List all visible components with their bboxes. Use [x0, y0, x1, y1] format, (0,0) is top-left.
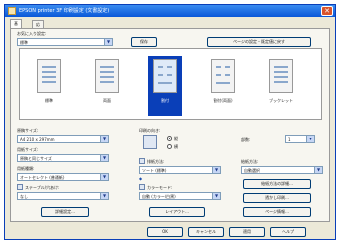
- layout-nup-duplex[interactable]: 割付(両面): [206, 56, 240, 116]
- output-icon: [139, 158, 145, 164]
- title-bar: EPSON printer 3F 印刷設定 (文書設定) ✕: [5, 5, 335, 17]
- color-mode-value: 自動 (カラー/白黒): [142, 194, 176, 199]
- chevron-down-icon: ▼: [104, 39, 112, 45]
- copies-label: 部数:: [241, 137, 251, 142]
- layout-duplex-label: 両面: [103, 98, 111, 103]
- chevron-down-icon: ▼: [100, 136, 108, 142]
- basic-settings-panel: お気に入り設定: 標準 ▼ 保存 ページの設定・既定値に戻す 標準 両面 割付 …: [10, 28, 330, 222]
- chevron-down-icon: ▼: [314, 167, 322, 173]
- restore-defaults-button[interactable]: ページの設定・既定値に戻す: [207, 37, 311, 47]
- page-info-button[interactable]: ページ情報...: [243, 207, 311, 217]
- paper-size-label: 用紙サイズ:: [17, 147, 39, 152]
- document-icon: [37, 59, 61, 93]
- copies-spinner[interactable]: 1 ▾: [285, 135, 315, 143]
- layout-standard-label: 標準: [45, 98, 53, 103]
- original-size-value: A4 210 x 297mm: [20, 137, 55, 142]
- staple-icon: [17, 184, 23, 190]
- layout-booklet[interactable]: ブックレット: [264, 56, 298, 116]
- tab-basic[interactable]: 基本設定: [10, 19, 22, 50]
- paper-size-value: 原稿と同じサイズ: [20, 156, 52, 161]
- portrait-label: 縦: [174, 136, 178, 141]
- paper-source-detail-button[interactable]: 給紙方法の詳細...: [243, 179, 311, 189]
- print-settings-window: EPSON printer 3F 印刷設定 (文書設定) ✕ 基本設定 応用設定…: [4, 4, 336, 240]
- color-marker-icon: ◆: [139, 176, 143, 181]
- orientation-label: 印刷の向き:: [139, 128, 161, 133]
- staple-value: なし: [20, 194, 28, 199]
- staple-label: ステープル/穴あけ:: [25, 185, 60, 190]
- watermark-button[interactable]: 透かし印刷...: [243, 193, 311, 203]
- layout-button[interactable]: レイアウト...: [149, 207, 205, 217]
- save-favorite-button[interactable]: 保存: [131, 37, 157, 47]
- favorite-label: お気に入り設定:: [17, 31, 47, 36]
- tab-advanced[interactable]: 応用設定: [32, 20, 44, 51]
- apply-button[interactable]: 適用: [229, 227, 265, 237]
- favorite-select[interactable]: 標準 ▼: [17, 38, 113, 46]
- cancel-button[interactable]: キャンセル: [188, 227, 224, 237]
- color-mode-label: カラーモード:: [147, 185, 173, 190]
- chevron-down-icon: ▼: [100, 174, 108, 180]
- color-mode-icon: [139, 184, 145, 190]
- paper-type-select[interactable]: オートセレクト (普通紙) ▼: [17, 173, 109, 181]
- chevron-down-icon: ▼: [100, 155, 108, 161]
- favorite-value: 標準: [20, 40, 28, 45]
- chevron-down-icon: ▼: [212, 167, 220, 173]
- chevron-down-icon: ▼: [100, 193, 108, 199]
- multi-page-icon: [153, 59, 177, 93]
- color-mode-select[interactable]: 自動 (カラー/白黒) ▼: [139, 192, 221, 200]
- printer-icon: [8, 7, 16, 15]
- duplex-document-icon: [95, 59, 119, 93]
- ok-button[interactable]: OK: [147, 227, 183, 237]
- paper-type-label: 用紙種類:: [17, 166, 35, 171]
- paper-size-select[interactable]: 原稿と同じサイズ ▼: [17, 154, 109, 162]
- spinner-arrows-icon: ▾: [306, 136, 314, 142]
- paper-source-label: 給紙方法:: [241, 159, 259, 164]
- close-button[interactable]: ✕: [321, 6, 333, 16]
- output-select[interactable]: ソート (標準) ▼: [139, 166, 221, 174]
- paper-source-select[interactable]: 自動選択 ▼: [241, 166, 323, 174]
- original-size-select[interactable]: A4 210 x 297mm ▼: [17, 135, 109, 143]
- help-button[interactable]: ヘルプ: [270, 227, 306, 237]
- original-size-label: 原稿サイズ:: [17, 128, 39, 133]
- layout-nup-label: 割付: [161, 98, 169, 103]
- output-value: ソート (標準): [142, 168, 167, 173]
- paper-source-value: 自動選択: [244, 168, 260, 173]
- layout-duplex[interactable]: 両面: [90, 56, 124, 116]
- layout-preview-list: 標準 両面 割付 割付(両面) ブックレット: [19, 48, 322, 120]
- copies-value: 1: [288, 137, 291, 142]
- multi-page-duplex-icon: [211, 59, 235, 93]
- chevron-down-icon: ▼: [212, 193, 220, 199]
- paper-type-value: オートセレクト (普通紙): [20, 175, 65, 180]
- booklet-icon: [269, 59, 293, 93]
- portrait-radio[interactable]: [167, 136, 172, 141]
- window-title: EPSON printer 3F 印刷設定 (文書設定): [19, 8, 110, 14]
- orientation-icon: [143, 135, 157, 149]
- landscape-label: 横: [174, 144, 178, 149]
- layout-standard[interactable]: 標準: [32, 56, 66, 116]
- detail-settings-button[interactable]: 詳細設定...: [41, 207, 89, 217]
- output-label: 排紙方法:: [147, 159, 165, 164]
- layout-nup-duplex-label: 割付(両面): [213, 98, 233, 103]
- layout-nup[interactable]: 割付: [148, 56, 182, 116]
- landscape-radio[interactable]: [167, 144, 172, 149]
- staple-select[interactable]: なし ▼: [17, 192, 109, 200]
- layout-booklet-label: ブックレット: [269, 98, 293, 103]
